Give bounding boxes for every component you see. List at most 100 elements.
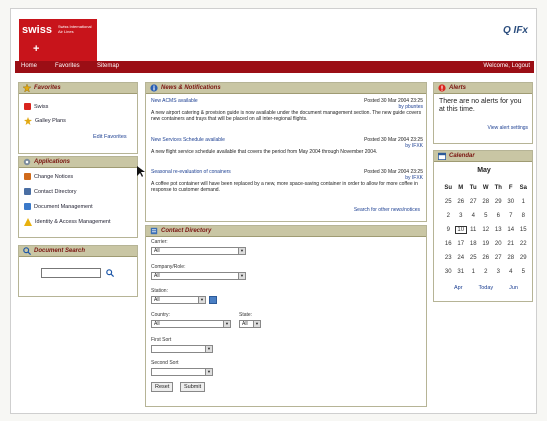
calendar-day[interactable]: 23 — [442, 255, 455, 261]
news-body: A coffee pot container will have been re… — [151, 181, 418, 193]
calendar-day[interactable]: 30 — [442, 269, 455, 275]
calendar-day[interactable]: 28 — [480, 199, 493, 205]
news-headline-link[interactable]: New ACMS available — [151, 98, 198, 104]
edit-favorites-link[interactable]: Edit Favorites — [93, 134, 127, 140]
calendar-day[interactable]: 5 — [480, 213, 493, 219]
calendar-day[interactable]: 8 — [517, 213, 530, 219]
country-select[interactable]: All ▼ — [151, 320, 231, 328]
menu-sitemap[interactable]: Sitemap — [97, 63, 119, 69]
app-contact-directory[interactable]: Contact Directory — [24, 188, 77, 195]
document-search-panel: Document Search — [18, 245, 138, 297]
chevron-down-icon: ▼ — [198, 297, 205, 303]
gear-icon — [23, 158, 31, 166]
calendar-day[interactable]: 3 — [455, 213, 468, 219]
alert-icon — [438, 84, 446, 92]
calendar-day[interactable]: 16 — [442, 241, 455, 247]
app-identity-access[interactable]: Identity & Access Management — [24, 218, 111, 226]
first-sort-select[interactable]: ▼ — [151, 345, 213, 353]
chevron-down-icon: ▼ — [205, 346, 212, 352]
calendar-week: 23 24 25 26 27 28 29 — [442, 251, 530, 265]
calendar-day[interactable]: 17 — [455, 241, 468, 247]
calendar-week: 9 10 11 12 13 14 15 — [442, 223, 530, 237]
calendar-day[interactable]: 1 — [467, 269, 480, 275]
document-icon — [24, 203, 31, 210]
calendar-day[interactable]: 3 — [492, 269, 505, 275]
calendar-day[interactable]: 9 — [442, 227, 455, 233]
favorite-item-swiss[interactable]: Swiss — [24, 103, 48, 110]
info-icon — [150, 84, 158, 92]
news-date: Posted 30 Mar 2004 23:25 — [364, 98, 423, 104]
news-panel: News & Notifications New ACMS available … — [145, 82, 427, 222]
favorites-panel: Favorites Swiss Galley Plans Edit Favori… — [18, 82, 138, 154]
star-icon — [23, 84, 31, 92]
calendar-day[interactable]: 27 — [492, 255, 505, 261]
bookmark-icon — [24, 103, 31, 110]
calendar-day[interactable]: 4 — [467, 213, 480, 219]
calendar-day[interactable]: 19 — [480, 241, 493, 247]
calendar-day[interactable]: 14 — [505, 227, 518, 233]
document-search-input[interactable] — [41, 268, 101, 278]
calendar-day[interactable]: 12 — [480, 227, 493, 233]
calendar-day[interactable]: 4 — [505, 269, 518, 275]
view-alert-settings-link[interactable]: View alert settings — [488, 125, 528, 131]
news-headline-link[interactable]: Seasonal re-evaluation of conainers — [151, 169, 231, 175]
news-body: A new flight service schedule available … — [151, 149, 378, 155]
calendar-day-today[interactable]: 10 — [454, 226, 467, 234]
calendar-day[interactable]: 6 — [492, 213, 505, 219]
state-select[interactable]: All ▼ — [239, 320, 261, 328]
company-role-label: Company/Role: — [151, 264, 186, 270]
search-icon[interactable] — [106, 269, 114, 277]
calendar-day[interactable]: 5 — [517, 269, 530, 275]
calendar-day[interactable]: 7 — [505, 213, 518, 219]
menu-home[interactable]: Home — [21, 63, 37, 69]
calendar-day[interactable]: 2 — [480, 269, 493, 275]
calendar-day[interactable]: 18 — [467, 241, 480, 247]
calendar-day[interactable]: 13 — [492, 227, 505, 233]
calendar-week: 30 31 1 2 3 4 5 — [442, 265, 530, 279]
calendar-title: Calendar — [449, 153, 475, 159]
calendar-day[interactable]: 25 — [467, 255, 480, 261]
calendar-day[interactable]: 26 — [480, 255, 493, 261]
calendar-day[interactable]: 27 — [467, 199, 480, 205]
favorite-item-galley-plans[interactable]: Galley Plans — [24, 117, 66, 125]
carrier-select[interactable]: All ▼ — [151, 247, 246, 255]
calendar-week: 16 17 18 19 20 21 22 — [442, 237, 530, 251]
station-lookup-icon[interactable] — [209, 296, 217, 304]
submit-button[interactable]: Submit — [180, 382, 206, 392]
search-news-link[interactable]: Search for other news/notices — [354, 207, 420, 213]
calendar-prev-link[interactable]: Apr — [454, 285, 463, 291]
station-select[interactable]: All ▼ — [151, 296, 206, 304]
calendar-today-link[interactable]: Today — [478, 285, 493, 291]
calendar-day[interactable]: 29 — [492, 199, 505, 205]
calendar-day[interactable]: 2 — [442, 213, 455, 219]
news-headline-link[interactable]: New Services Schedule available — [151, 137, 225, 143]
calendar-next-link[interactable]: Jun — [509, 285, 518, 291]
menu-favorites[interactable]: Favorites — [55, 63, 80, 69]
calendar-day[interactable]: 26 — [455, 199, 468, 205]
welcome-logout[interactable]: Welcome, Logout — [483, 63, 530, 69]
calendar-day[interactable]: 20 — [492, 241, 505, 247]
calendar-day[interactable]: 15 — [517, 227, 530, 233]
company-role-select[interactable]: All ▼ — [151, 272, 246, 280]
calendar-icon — [438, 152, 446, 160]
app-document-management[interactable]: Document Management — [24, 203, 93, 210]
reset-button[interactable]: Reset — [151, 382, 174, 392]
calendar-day[interactable]: 30 — [505, 199, 518, 205]
calendar-day[interactable]: 31 — [455, 269, 468, 275]
app-change-notices[interactable]: Change Notices — [24, 173, 73, 180]
news-body: A new airport catering & provision guide… — [151, 110, 422, 122]
calendar-day[interactable]: 24 — [455, 255, 468, 261]
second-sort-select[interactable]: ▼ — [151, 368, 213, 376]
calendar-day[interactable]: 25 — [442, 199, 455, 205]
swiss-logo[interactable]: swiss Swiss International Air Lines + — [19, 19, 97, 61]
calendar-day[interactable]: 22 — [517, 241, 530, 247]
calendar-week: 2345678 — [442, 209, 530, 223]
calendar-day[interactable]: 21 — [505, 241, 518, 247]
calendar-day[interactable]: 11 — [467, 227, 480, 233]
calendar-day[interactable]: 28 — [505, 255, 518, 261]
calendar-day[interactable]: 1 — [517, 199, 530, 205]
news-title: News & Notifications — [161, 85, 221, 91]
swiss-cross-icon: + — [33, 43, 40, 55]
directory-icon — [150, 227, 158, 235]
calendar-day[interactable]: 29 — [517, 255, 530, 261]
